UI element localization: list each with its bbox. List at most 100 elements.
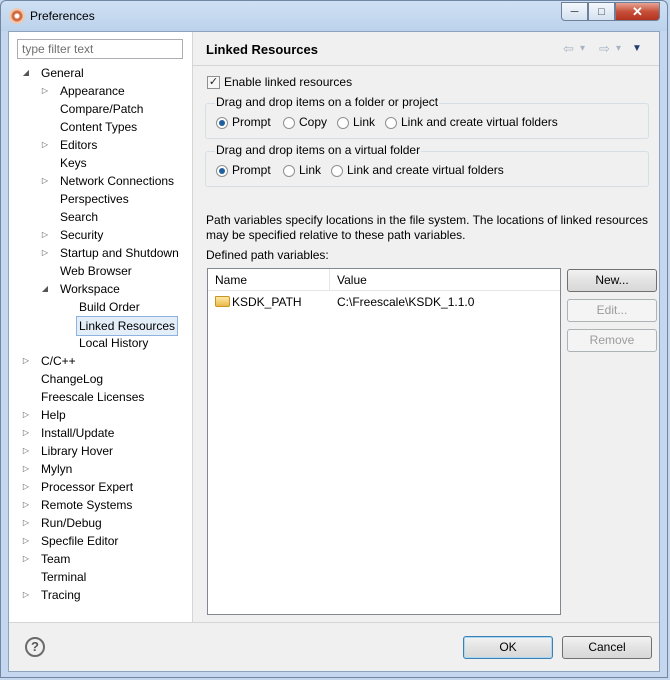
expand-arrow-icon[interactable]: ▷	[21, 352, 31, 370]
tree-item-label[interactable]: Remote Systems	[41, 496, 132, 514]
preference-tree-panel: ◢General▷AppearanceCompare/PatchContent …	[9, 32, 193, 622]
close-button[interactable]: ✕	[615, 2, 660, 21]
footer-separator	[9, 622, 659, 623]
folder-drop-copy-label[interactable]: Copy	[299, 115, 327, 129]
path-description: Path variables specify locations in the …	[206, 213, 648, 242]
tree-item-label[interactable]: Appearance	[60, 82, 125, 100]
tree-item-label[interactable]: Network Connections	[60, 172, 174, 190]
path-variables-table[interactable]: Name Value KSDK_PATH C:\Freescale\KSDK_1…	[207, 268, 561, 615]
new-button[interactable]: New...	[567, 269, 657, 292]
folder-drop-group: Drag and drop items on a folder or proje…	[205, 95, 649, 139]
column-header-name[interactable]: Name	[208, 269, 330, 291]
enable-linked-checkbox[interactable]: ✓	[207, 76, 220, 89]
filter-input[interactable]	[17, 39, 183, 59]
tree-item-label[interactable]: Startup and Shutdown	[60, 244, 179, 262]
table-row-name[interactable]: KSDK_PATH	[232, 293, 302, 311]
virtual-drop-virtual-radio[interactable]	[331, 165, 343, 177]
back-arrow-icon[interactable]: ⇦	[563, 41, 574, 57]
forward-arrow-icon[interactable]: ⇨	[599, 41, 610, 57]
title-separator	[193, 65, 659, 66]
tree-item-label[interactable]: Search	[60, 208, 98, 226]
tree-item-label[interactable]: Build Order	[79, 298, 140, 316]
expand-arrow-icon[interactable]: ▷	[21, 496, 31, 514]
tree-item-label[interactable]: Linked Resources	[76, 316, 179, 336]
expand-arrow-icon[interactable]: ▷	[21, 406, 31, 424]
tree-item-label[interactable]: Run/Debug	[41, 514, 102, 532]
forward-menu-icon[interactable]: ▾	[616, 43, 621, 54]
view-menu-icon[interactable]: ▼	[632, 43, 642, 54]
table-row-value[interactable]: C:\Freescale\KSDK_1.1.0	[337, 293, 474, 311]
collapse-arrow-icon[interactable]: ◢	[40, 280, 50, 298]
tree-item-label[interactable]: Local History	[79, 334, 148, 352]
expand-arrow-icon[interactable]: ▷	[40, 244, 50, 262]
tree-item-label[interactable]: Library Hover	[41, 442, 113, 460]
tree-item-label[interactable]: C/C++	[41, 352, 76, 370]
folder-drop-prompt-radio[interactable]	[216, 117, 228, 129]
expand-arrow-icon[interactable]: ▷	[21, 532, 31, 550]
tree-item-label[interactable]: Mylyn	[41, 460, 72, 478]
virtual-drop-prompt-label[interactable]: Prompt	[232, 163, 271, 177]
window-title: Preferences	[30, 9, 95, 23]
virtual-drop-link-label[interactable]: Link	[299, 163, 321, 177]
virtual-drop-group: Drag and drop items on a virtual folder …	[205, 143, 649, 187]
tree-item-label[interactable]: Security	[60, 226, 103, 244]
title-bar[interactable]: Preferences ─ □ ✕	[1, 1, 669, 31]
expand-arrow-icon[interactable]: ▷	[21, 586, 31, 604]
cancel-button[interactable]: Cancel	[562, 636, 652, 659]
expand-arrow-icon[interactable]: ▷	[21, 424, 31, 442]
enable-linked-label[interactable]: Enable linked resources	[224, 75, 352, 89]
expand-arrow-icon[interactable]: ▷	[21, 442, 31, 460]
maximize-button[interactable]: □	[588, 2, 615, 21]
tree-item-label[interactable]: Web Browser	[60, 262, 132, 280]
tree-item-label[interactable]: Install/Update	[41, 424, 114, 442]
tree-item-label[interactable]: Freescale Licenses	[41, 388, 144, 406]
back-menu-icon[interactable]: ▾	[580, 43, 585, 54]
collapse-arrow-icon[interactable]: ◢	[21, 64, 31, 82]
tree-item-label[interactable]: Help	[41, 406, 66, 424]
tree-item-label[interactable]: Editors	[60, 136, 97, 154]
virtual-drop-link-radio[interactable]	[283, 165, 295, 177]
tree-item-label[interactable]: Keys	[60, 154, 87, 172]
expand-arrow-icon[interactable]: ▷	[21, 478, 31, 496]
preference-page: Linked Resources ⇦ ▾ ⇨ ▾ ▼ ✓ Enable link…	[193, 32, 659, 622]
expand-arrow-icon[interactable]: ▷	[21, 460, 31, 478]
folder-drop-prompt-label[interactable]: Prompt	[232, 115, 271, 129]
tree-item-label[interactable]: Terminal	[41, 568, 86, 586]
expand-arrow-icon[interactable]: ▷	[21, 550, 31, 568]
page-title: Linked Resources	[206, 42, 318, 57]
tree-item-label[interactable]: Workspace	[60, 280, 120, 298]
tree-item-label[interactable]: Content Types	[60, 118, 137, 136]
tree-item-label[interactable]: Specfile Editor	[41, 532, 118, 550]
folder-drop-copy-radio[interactable]	[283, 117, 295, 129]
help-icon[interactable]: ?	[25, 637, 45, 657]
column-header-value[interactable]: Value	[330, 269, 560, 291]
tree-item-label[interactable]: Compare/Patch	[60, 100, 143, 118]
tree-item-label[interactable]: Perspectives	[60, 190, 129, 208]
folder-drop-link-label[interactable]: Link	[353, 115, 375, 129]
remove-button[interactable]: Remove	[567, 329, 657, 352]
tree-item-label[interactable]: Processor Expert	[41, 478, 133, 496]
tree-item-label[interactable]: Tracing	[41, 586, 81, 604]
expand-arrow-icon[interactable]: ▷	[21, 514, 31, 532]
tree-item-label[interactable]: Team	[41, 550, 70, 568]
expand-arrow-icon[interactable]: ▷	[40, 136, 50, 154]
virtual-drop-prompt-radio[interactable]	[216, 165, 228, 177]
expand-arrow-icon[interactable]: ▷	[40, 226, 50, 244]
tree-item-label[interactable]: ChangeLog	[41, 370, 103, 388]
minimize-button[interactable]: ─	[561, 2, 588, 21]
folder-drop-virtual-radio[interactable]	[385, 117, 397, 129]
ok-button[interactable]: OK	[463, 636, 553, 659]
expand-arrow-icon[interactable]: ▷	[40, 82, 50, 100]
virtual-drop-virtual-label[interactable]: Link and create virtual folders	[347, 163, 504, 177]
expand-arrow-icon[interactable]: ▷	[40, 172, 50, 190]
edit-button[interactable]: Edit...	[567, 299, 657, 322]
tree-item-label[interactable]: General	[41, 64, 84, 82]
folder-drop-virtual-label[interactable]: Link and create virtual folders	[401, 115, 558, 129]
folder-drop-link-radio[interactable]	[337, 117, 349, 129]
